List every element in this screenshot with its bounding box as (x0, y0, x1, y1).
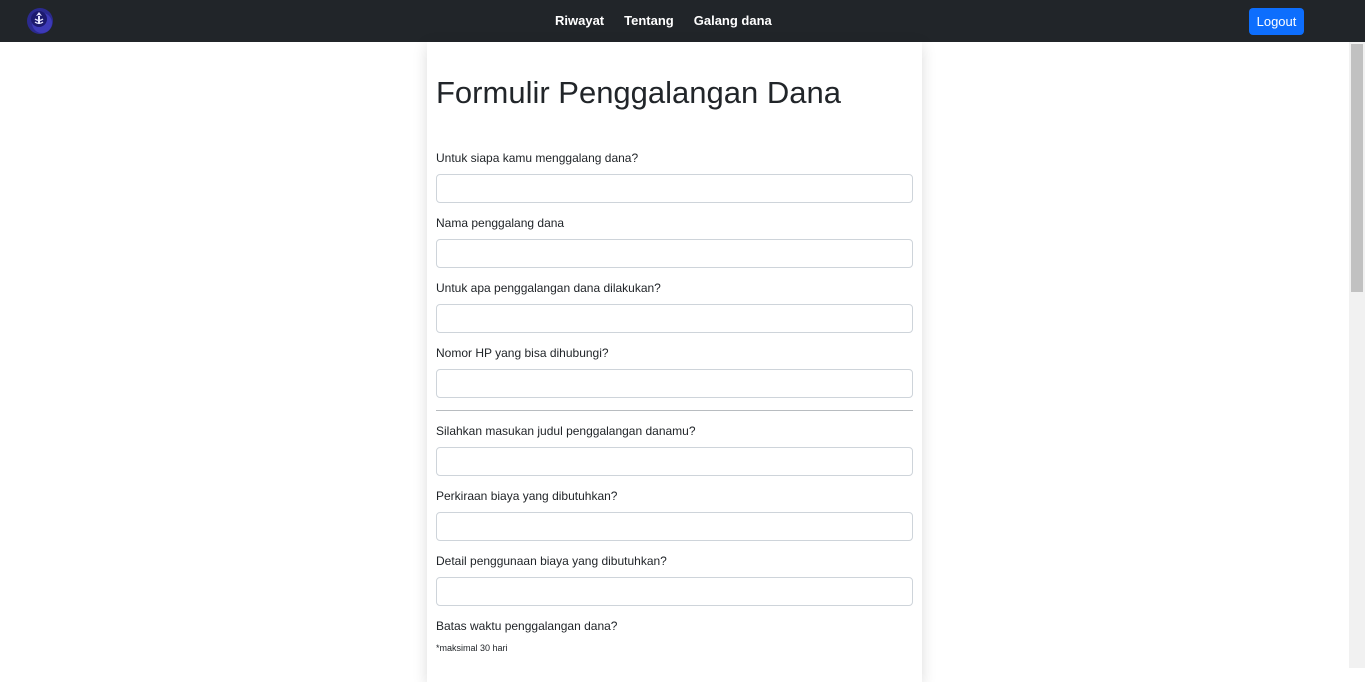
phone-input[interactable] (436, 369, 913, 398)
deadline-label: Batas waktu penggalangan dana? (436, 619, 618, 633)
cost-detail-input[interactable] (436, 577, 913, 606)
nav-link-galang-dana[interactable]: Galang dana (684, 0, 782, 42)
beneficiary-input[interactable] (436, 174, 913, 203)
page-title: Formulir Penggalangan Dana (436, 75, 841, 110)
purpose-label: Untuk apa penggalangan dana dilakukan? (436, 281, 661, 295)
nav-link-tentang[interactable]: Tentang (614, 0, 684, 42)
purpose-input[interactable] (436, 304, 913, 333)
fundraiser-name-label: Nama penggalang dana (436, 216, 565, 230)
section-divider (436, 410, 913, 411)
org-logo-icon[interactable] (26, 6, 54, 36)
page-scrollbar[interactable] (1349, 42, 1365, 668)
nav-links: Riwayat Tentang Galang dana (545, 0, 782, 42)
fundraiser-name-input[interactable] (436, 239, 913, 268)
top-navbar: Riwayat Tentang Galang dana Logout (0, 0, 1365, 42)
logout-button[interactable]: Logout (1249, 8, 1304, 35)
phone-label: Nomor HP yang bisa dihubungi? (436, 346, 609, 360)
deadline-hint: *maksimal 30 hari (436, 643, 508, 653)
campaign-title-label: Silahkan masukan judul penggalangan dana… (436, 424, 696, 438)
estimated-cost-label: Perkiraan biaya yang dibutuhkan? (436, 489, 618, 503)
cost-detail-label: Detail penggunaan biaya yang dibutuhkan? (436, 554, 667, 568)
scrollbar-thumb[interactable] (1351, 44, 1363, 292)
campaign-title-input[interactable] (436, 447, 913, 476)
beneficiary-label: Untuk siapa kamu menggalang dana? (436, 151, 639, 165)
fundraising-form-card: Formulir Penggalangan Dana Untuk siapa k… (427, 42, 922, 682)
estimated-cost-input[interactable] (436, 512, 913, 541)
nav-link-riwayat[interactable]: Riwayat (545, 0, 614, 42)
